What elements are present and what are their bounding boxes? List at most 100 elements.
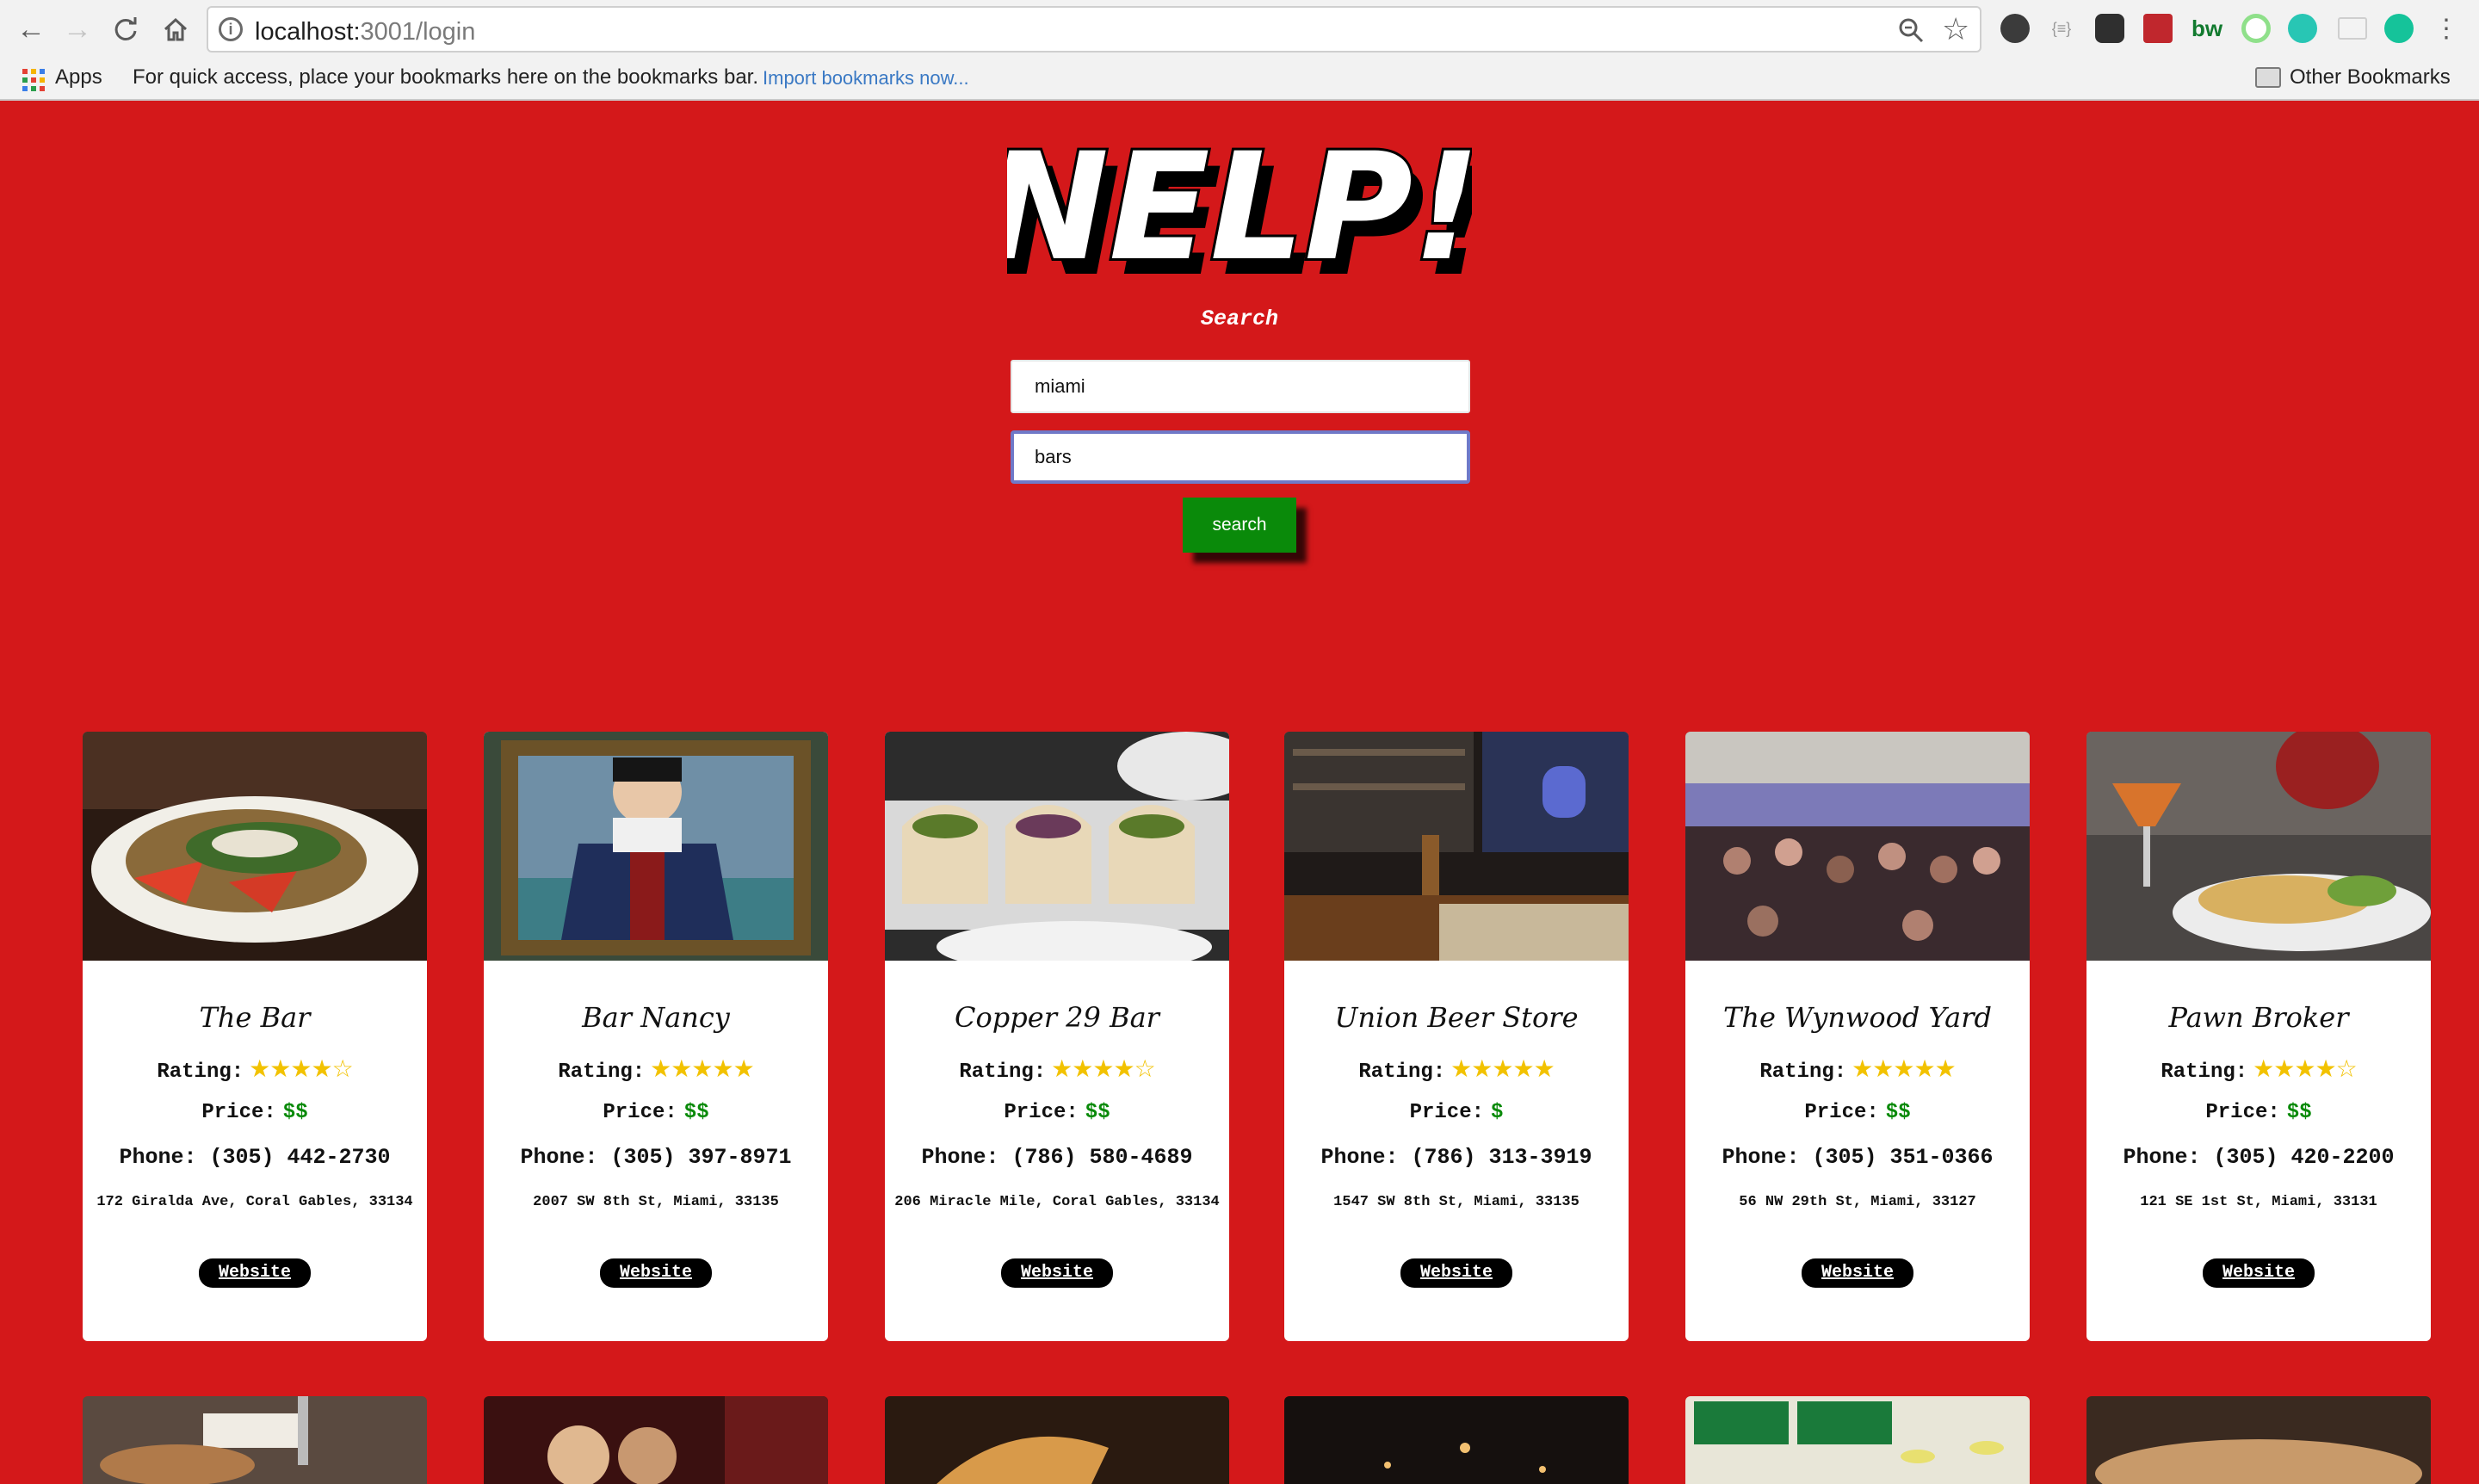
- phone-value: (786) 580-4689: [1011, 1145, 1193, 1170]
- other-bookmarks[interactable]: Other Bookmarks: [2290, 65, 2451, 90]
- rating-stars: ★★★★☆: [1051, 1054, 1156, 1083]
- business-card: [484, 1396, 828, 1484]
- extension-globe-icon[interactable]: [2000, 14, 2030, 43]
- business-card: [1685, 1396, 2030, 1484]
- extension-shield-icon[interactable]: [2095, 14, 2124, 43]
- home-icon[interactable]: [158, 12, 193, 46]
- bookmarks-hint: For quick access, place your bookmarks h…: [133, 65, 759, 89]
- rating-label: Rating:: [1358, 1060, 1446, 1084]
- reload-icon[interactable]: [108, 12, 143, 46]
- business-address: 121 SE 1st St, Miami, 33131: [2140, 1194, 2377, 1210]
- rating-row: Rating: ★★★★★: [484, 1054, 828, 1084]
- rating-stars: ★★★★★: [650, 1054, 755, 1083]
- price-row: Price: $$: [484, 1101, 828, 1124]
- business-card: Bar Nancy Rating: ★★★★★ Price: $$ Phone: (…: [484, 732, 828, 1341]
- extension-ring-icon[interactable]: [2241, 14, 2271, 43]
- rating-label: Rating:: [1759, 1060, 1847, 1084]
- phone-row: Phone: (305) 351-0366: [1685, 1145, 2030, 1170]
- rating-label: Rating:: [959, 1060, 1047, 1084]
- rating-row: Rating: ★★★★★: [1284, 1054, 1629, 1084]
- rating-row: Rating: ★★★★☆: [885, 1054, 1229, 1084]
- business-name: Copper 29 Bar: [955, 1001, 1159, 1034]
- apps-link[interactable]: Apps: [55, 65, 102, 90]
- business-card: The Wynwood Yard Rating: ★★★★★ Price: $$ P…: [1685, 732, 2030, 1341]
- extension-red-icon[interactable]: [2143, 14, 2173, 43]
- business-card: [2086, 1396, 2431, 1484]
- website-link[interactable]: Website: [1400, 1258, 1512, 1288]
- business-card: Copper 29 Bar Rating: ★★★★☆ Price: $$ Phon…: [885, 732, 1229, 1341]
- price-label: Price:: [1004, 1101, 1079, 1124]
- business-name: The Wynwood Yard: [1722, 1001, 1992, 1034]
- website-link[interactable]: Website: [1001, 1258, 1113, 1288]
- apps-icon[interactable]: [22, 69, 45, 91]
- price-value: $: [1491, 1101, 1504, 1124]
- price-row: Price: $$: [1685, 1101, 2030, 1124]
- search-term-input[interactable]: bars: [1011, 430, 1470, 484]
- rating-row: Rating: ★★★★☆: [2086, 1054, 2431, 1084]
- business-address: 206 Miracle Mile, Coral Gables, 33134: [894, 1194, 1220, 1210]
- price-value: $$: [683, 1101, 709, 1124]
- search-button[interactable]: search: [1183, 498, 1296, 553]
- bookmarks-bar: Apps For quick access, place your bookma…: [0, 59, 2479, 100]
- zoom-icon[interactable]: [1897, 16, 1925, 48]
- business-photo: [885, 732, 1229, 973]
- phone-label: Phone:: [119, 1145, 197, 1170]
- business-photo: [1284, 732, 1629, 961]
- business-photo: [2086, 732, 2431, 961]
- phone-value: (305) 420-2200: [2213, 1145, 2395, 1170]
- phone-label: Phone:: [921, 1145, 999, 1170]
- website-link[interactable]: Website: [600, 1258, 712, 1288]
- back-icon[interactable]: ←: [14, 12, 48, 46]
- phone-row: Phone: (305) 397-8971: [484, 1145, 828, 1170]
- business-photo: [1685, 732, 2030, 961]
- nelp-logo: NELP! NELP!: [1007, 118, 1472, 291]
- price-value: $$: [2286, 1101, 2312, 1124]
- business-name: Union Beer Store: [1334, 1001, 1579, 1034]
- website-link[interactable]: Website: [199, 1258, 311, 1288]
- rating-label: Rating:: [157, 1060, 244, 1084]
- rating-label: Rating:: [558, 1060, 646, 1084]
- phone-row: Phone: (786) 580-4689: [885, 1145, 1229, 1170]
- browser-toolbar: ← → i localhost:3001/login ☆ {≡} bw ⋮: [0, 0, 2479, 59]
- price-value: $$: [282, 1101, 308, 1124]
- rating-row: Rating: ★★★★★: [1685, 1054, 2030, 1084]
- website-link[interactable]: Website: [1802, 1258, 1913, 1288]
- rating-stars: ★★★★★: [1450, 1054, 1555, 1083]
- rating-stars: ★★★★☆: [249, 1054, 354, 1083]
- business-photo: [885, 1396, 1229, 1484]
- price-label: Price:: [603, 1101, 677, 1124]
- address-bar[interactable]: i localhost:3001/login ☆: [207, 6, 1981, 53]
- website-link[interactable]: Website: [2203, 1258, 2315, 1288]
- phone-row: Phone: (786) 313-3919: [1284, 1145, 1629, 1170]
- business-address: 56 NW 29th St, Miami, 33127: [1739, 1194, 1976, 1210]
- business-photo: [484, 1396, 828, 1484]
- import-bookmarks-link[interactable]: Import bookmarks now...: [763, 67, 969, 90]
- phone-value: (305) 351-0366: [1812, 1145, 1994, 1170]
- menu-dots-icon[interactable]: ⋮: [2429, 12, 2464, 46]
- extension-card-icon[interactable]: [2338, 17, 2367, 40]
- price-value: $$: [1085, 1101, 1110, 1124]
- price-label: Price:: [1804, 1101, 1879, 1124]
- business-photo: [2086, 1396, 2431, 1484]
- business-photo: [83, 732, 427, 961]
- bookmark-star-icon[interactable]: ☆: [1942, 11, 1969, 47]
- price-row: Price: $$: [885, 1101, 1229, 1124]
- phone-row: Phone: (305) 442-2730: [83, 1145, 427, 1170]
- price-value: $$: [1885, 1101, 1911, 1124]
- phone-value: (786) 313-3919: [1411, 1145, 1592, 1170]
- business-card: The Bar Rating: ★★★★☆ Price: $$ Phone: (30…: [83, 732, 427, 1341]
- phone-label: Phone:: [1320, 1145, 1399, 1170]
- logo-text: NELP!: [1007, 121, 1472, 291]
- extension-json-icon[interactable]: {≡}: [2047, 14, 2076, 43]
- forward-icon[interactable]: →: [60, 12, 95, 46]
- business-card: [1284, 1396, 1629, 1484]
- business-photo: [1685, 1396, 2030, 1484]
- search-heading: Search: [1200, 306, 1278, 331]
- grammarly-icon[interactable]: [2384, 14, 2414, 43]
- location-input[interactable]: miami: [1011, 360, 1470, 413]
- phone-label: Phone:: [1722, 1145, 1800, 1170]
- phone-value: (305) 397-8971: [610, 1145, 792, 1170]
- info-icon[interactable]: i: [219, 17, 243, 41]
- extension-bw-icon[interactable]: bw: [2192, 14, 2222, 43]
- extension-m-icon[interactable]: [2288, 14, 2317, 43]
